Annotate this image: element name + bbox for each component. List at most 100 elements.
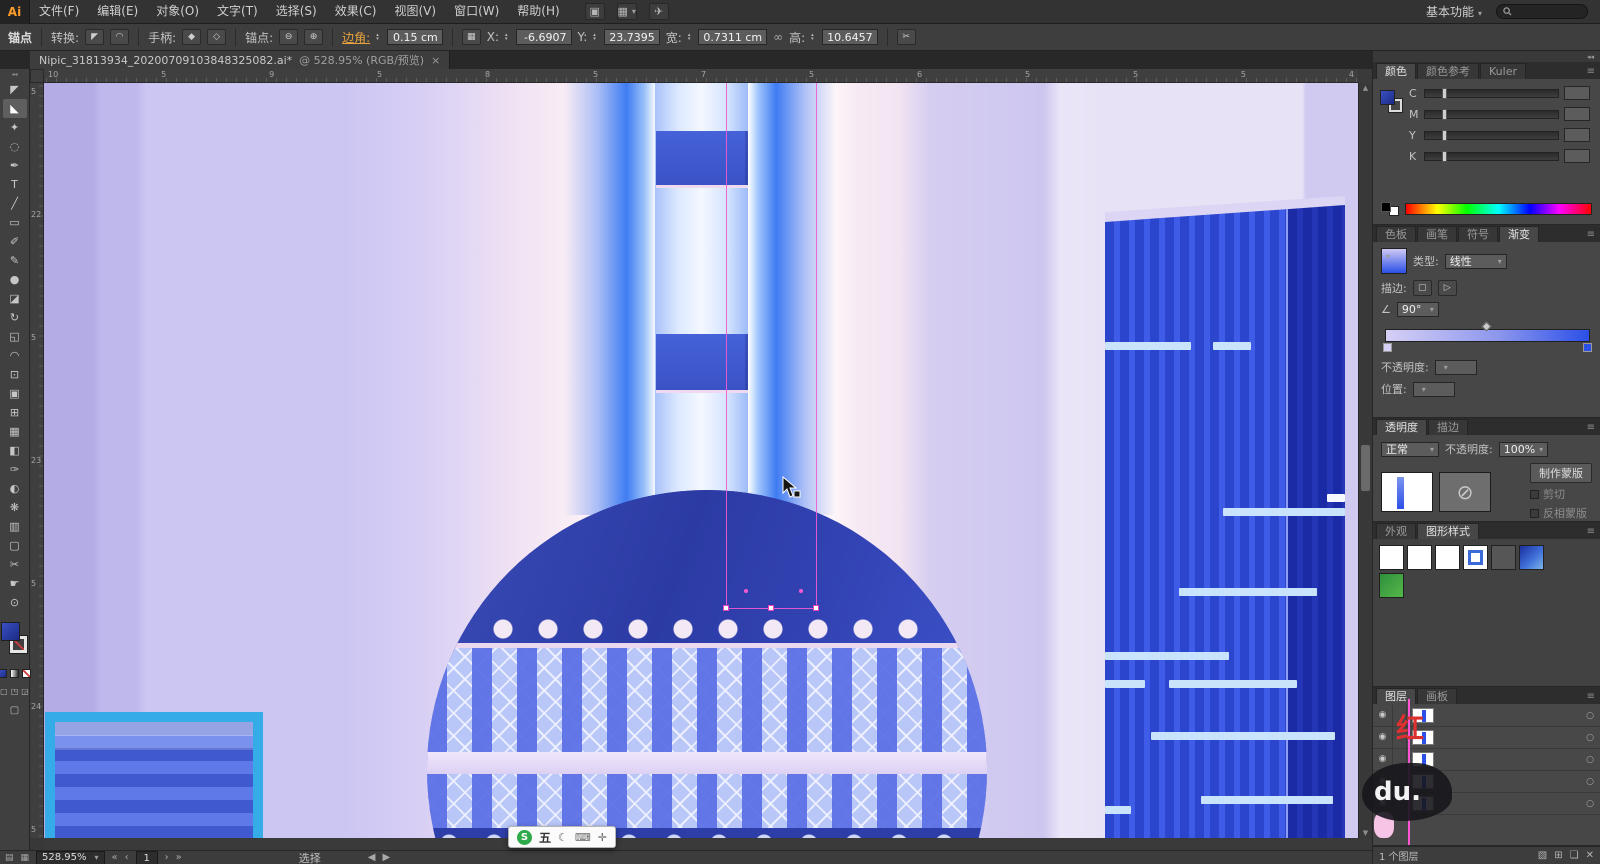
- slider-knob[interactable]: [1442, 87, 1448, 99]
- checkbox-icon[interactable]: [1530, 489, 1539, 499]
- slider-knob[interactable]: [1442, 150, 1448, 162]
- search-box[interactable]: [1496, 4, 1588, 19]
- selection-tool[interactable]: ◤: [3, 80, 27, 99]
- layer-target-icon[interactable]: ○: [1580, 777, 1600, 787]
- stroke-gradient-icon-1[interactable]: ▢: [1412, 280, 1432, 296]
- rotate-tool[interactable]: ↻: [3, 308, 27, 327]
- tab-graphic-styles[interactable]: 图形样式: [1417, 523, 1479, 539]
- perspective-grid-tool[interactable]: ⊞: [3, 403, 27, 422]
- slice-tool[interactable]: ✂: [3, 555, 27, 574]
- menu-item[interactable]: 文字(T): [208, 0, 267, 23]
- ime-mode-label[interactable]: 五: [539, 829, 551, 846]
- stroke-gradient-icon-2[interactable]: ▷: [1437, 280, 1457, 296]
- slider-knob[interactable]: [1442, 129, 1448, 141]
- y-stepper[interactable]: [593, 33, 596, 41]
- magic-wand-tool[interactable]: ✦: [3, 118, 27, 137]
- sogou-logo-icon[interactable]: S: [517, 829, 532, 845]
- x-stepper[interactable]: [505, 33, 508, 41]
- previous-artboard-icon[interactable]: ‹: [125, 852, 129, 863]
- lasso-tool[interactable]: ◌: [3, 137, 27, 156]
- horizontal-ruler[interactable]: 10 5 9 5 8 5 7 5 6 5 5 5 4: [44, 69, 1358, 83]
- status-icon-1[interactable]: ▤: [5, 853, 14, 863]
- black-slider[interactable]: [1424, 150, 1559, 162]
- toolbox-icon[interactable]: ✛: [598, 831, 607, 844]
- opacity-select[interactable]: 100%: [1498, 441, 1549, 457]
- anchor-point[interactable]: [799, 589, 803, 593]
- cyan-slider[interactable]: [1424, 87, 1559, 99]
- checkbox-icon[interactable]: [1530, 508, 1539, 518]
- remove-anchor-icon[interactable]: ⊖: [279, 29, 299, 45]
- type-tool[interactable]: T: [3, 175, 27, 194]
- hand-tool[interactable]: ☛: [3, 574, 27, 593]
- visibility-icon[interactable]: ◉: [1373, 727, 1393, 748]
- first-artboard-icon[interactable]: «: [112, 852, 118, 863]
- make-clip-mask-icon[interactable]: ▧: [1538, 850, 1547, 861]
- blend-tool[interactable]: ◐: [3, 479, 27, 498]
- graphic-style-thumb[interactable]: [1519, 545, 1544, 570]
- gradient-tool[interactable]: ◧: [3, 441, 27, 460]
- hide-handles-icon[interactable]: ◇: [207, 29, 227, 45]
- last-artboard-icon[interactable]: »: [176, 852, 182, 863]
- show-handles-icon[interactable]: ◆: [182, 29, 202, 45]
- zoom-level-field[interactable]: 528.95%: [36, 850, 105, 864]
- next-artboard-icon[interactable]: ›: [165, 852, 169, 863]
- toolbar-collapse-icon[interactable]: ◂◂: [11, 70, 17, 80]
- black-white-swatches[interactable]: [1381, 202, 1399, 216]
- tab-symbols[interactable]: 符号: [1458, 226, 1498, 242]
- draw-inside-icon[interactable]: ◲: [21, 687, 29, 696]
- layer-target-icon[interactable]: ○: [1580, 755, 1600, 765]
- layer-target-icon[interactable]: ○: [1580, 711, 1600, 721]
- canvas[interactable]: [44, 83, 1358, 838]
- graphic-style-thumb[interactable]: [1435, 545, 1460, 570]
- menu-item[interactable]: 效果(C): [326, 0, 386, 23]
- gradient-type-select[interactable]: 线性: [1444, 253, 1507, 269]
- vertical-scroll-thumb[interactable]: [1361, 445, 1370, 491]
- graphic-style-thumb[interactable]: [1407, 545, 1432, 570]
- tab-transparency[interactable]: 透明度: [1376, 419, 1427, 435]
- paintbrush-tool[interactable]: ✐: [3, 232, 27, 251]
- tab-gradient[interactable]: 渐变: [1499, 226, 1539, 242]
- corner-value-field[interactable]: 0.15 cm: [386, 29, 443, 45]
- new-layer-icon[interactable]: ❏: [1570, 850, 1579, 861]
- gradient-angle-select[interactable]: 90°: [1396, 302, 1439, 317]
- selection-handle[interactable]: [813, 605, 819, 611]
- tab-stroke[interactable]: 描边: [1428, 419, 1468, 435]
- graphic-style-thumb[interactable]: [1463, 545, 1488, 570]
- blob-brush-tool[interactable]: ●: [3, 270, 27, 289]
- width-stepper[interactable]: [688, 33, 691, 41]
- tab-kuler[interactable]: Kuler: [1480, 63, 1526, 79]
- panel-menu-icon[interactable]: ≡: [1587, 422, 1595, 433]
- y-value-field[interactable]: 23.7395: [603, 29, 660, 45]
- panel-menu-icon[interactable]: ≡: [1587, 66, 1595, 77]
- status-next-icon[interactable]: ▶: [383, 852, 391, 863]
- layer-target-icon[interactable]: ○: [1580, 733, 1600, 743]
- none-button[interactable]: ⊘: [22, 669, 31, 678]
- panel-menu-icon[interactable]: ≡: [1587, 526, 1595, 537]
- scroll-up-icon[interactable]: ▲: [1359, 83, 1372, 93]
- draw-behind-icon[interactable]: ◳: [11, 687, 19, 696]
- height-stepper[interactable]: [811, 33, 814, 41]
- arrange-documents-icon[interactable]: ▦: [616, 3, 637, 20]
- line-segment-tool[interactable]: ╱: [3, 194, 27, 213]
- eraser-tool[interactable]: ◪: [3, 289, 27, 308]
- corner-stepper[interactable]: [376, 33, 379, 41]
- share-screen-icon[interactable]: ✈: [648, 3, 669, 20]
- dock-collapse-icon[interactable]: ◂◂: [1587, 53, 1594, 61]
- gradient-opacity-select[interactable]: [1434, 359, 1477, 375]
- vertical-ruler[interactable]: 5 22 5 23 5 24 5: [30, 83, 44, 838]
- workspace-switcher[interactable]: 基本功能: [1426, 3, 1482, 20]
- gradient-stop-right[interactable]: [1583, 343, 1592, 352]
- link-dimensions-icon[interactable]: ∞: [773, 30, 783, 44]
- gradient-position-select[interactable]: [1412, 381, 1455, 397]
- graphic-style-thumb[interactable]: [1379, 545, 1404, 570]
- zoom-tool[interactable]: ⊙: [3, 593, 27, 612]
- menu-item[interactable]: 编辑(E): [88, 0, 147, 23]
- slider-knob[interactable]: [1442, 108, 1448, 120]
- cyan-value-field[interactable]: [1564, 86, 1590, 100]
- status-prev-icon[interactable]: ◀: [368, 852, 376, 863]
- menu-item[interactable]: 对象(O): [147, 0, 208, 23]
- ruler-corner[interactable]: [30, 69, 44, 83]
- fill-swatch[interactable]: [2, 623, 19, 640]
- yellow-value-field[interactable]: [1564, 128, 1590, 142]
- fill-swatch[interactable]: [1381, 91, 1394, 104]
